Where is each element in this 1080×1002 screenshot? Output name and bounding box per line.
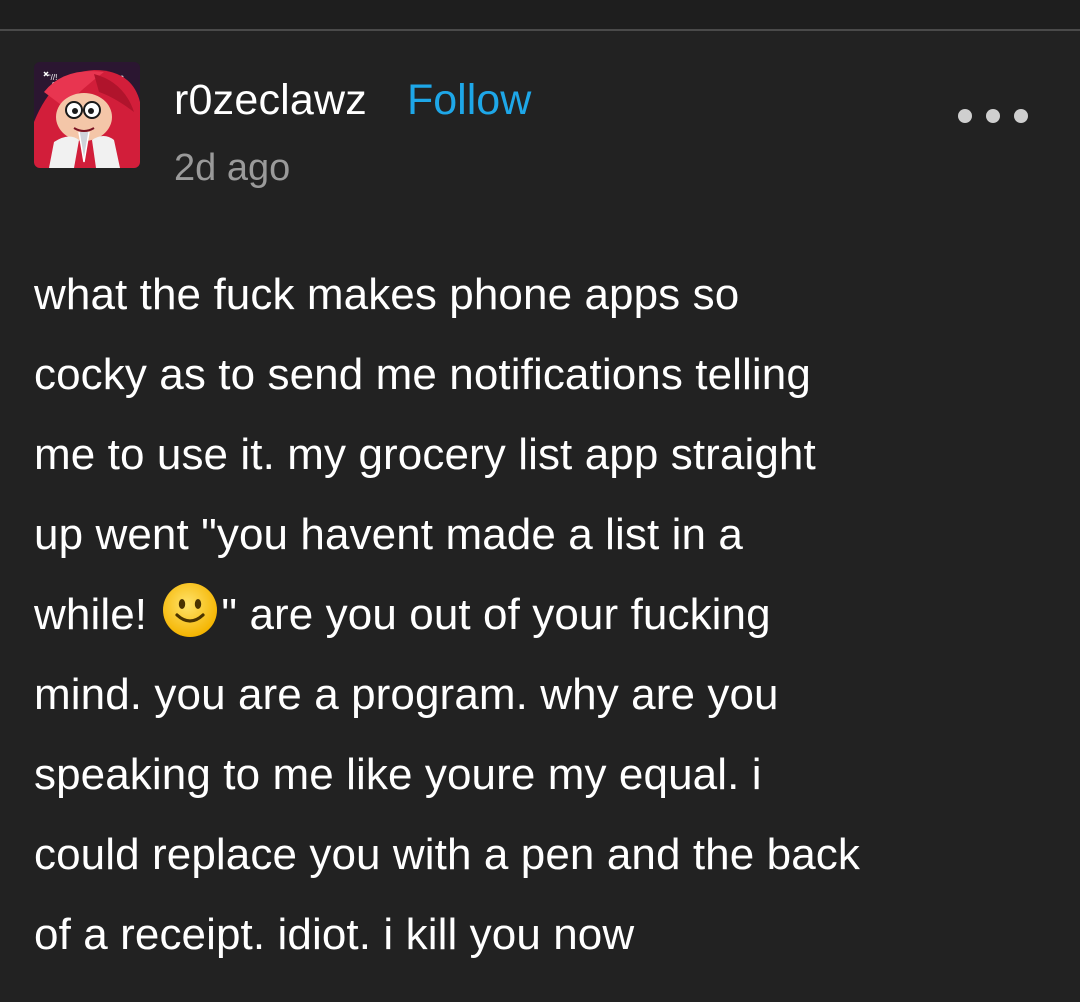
post-line: of a receipt. idiot. i kill you now (34, 910, 635, 959)
timestamp: 2d ago (174, 147, 291, 189)
slightly-smiling-face-icon (161, 581, 219, 639)
top-bar (0, 0, 1080, 31)
dot (986, 109, 1000, 123)
post-line: speaking to me like youre my equal. i (34, 750, 762, 799)
post-line-segment: while! (34, 590, 160, 639)
post: “//! r0zeclawz Follow 2d ago what the fu… (0, 31, 1080, 1002)
post-line: up went "you havent made a list in a (34, 510, 743, 559)
username[interactable]: r0zeclawz (174, 75, 367, 125)
post-line-segment: " are you out of your fucking (221, 590, 771, 639)
post-line: could replace you with a pen and the bac… (34, 830, 860, 879)
svg-text:“//!: “//! (48, 73, 57, 82)
post-line: while! " are you out of your fucking (34, 575, 1070, 655)
post-body: what the fuck makes phone apps so cocky … (34, 255, 1070, 975)
more-options-icon[interactable] (958, 101, 1028, 131)
dot (1014, 109, 1028, 123)
avatar-image: “//! (34, 62, 140, 168)
post-line: cocky as to send me notifications tellin… (34, 350, 811, 399)
follow-button[interactable]: Follow (407, 75, 531, 125)
dot (958, 109, 972, 123)
post-line: what the fuck makes phone apps so (34, 270, 740, 319)
post-line: mind. you are a program. why are you (34, 670, 779, 719)
avatar[interactable]: “//! (34, 62, 140, 168)
post-line: me to use it. my grocery list app straig… (34, 430, 816, 479)
